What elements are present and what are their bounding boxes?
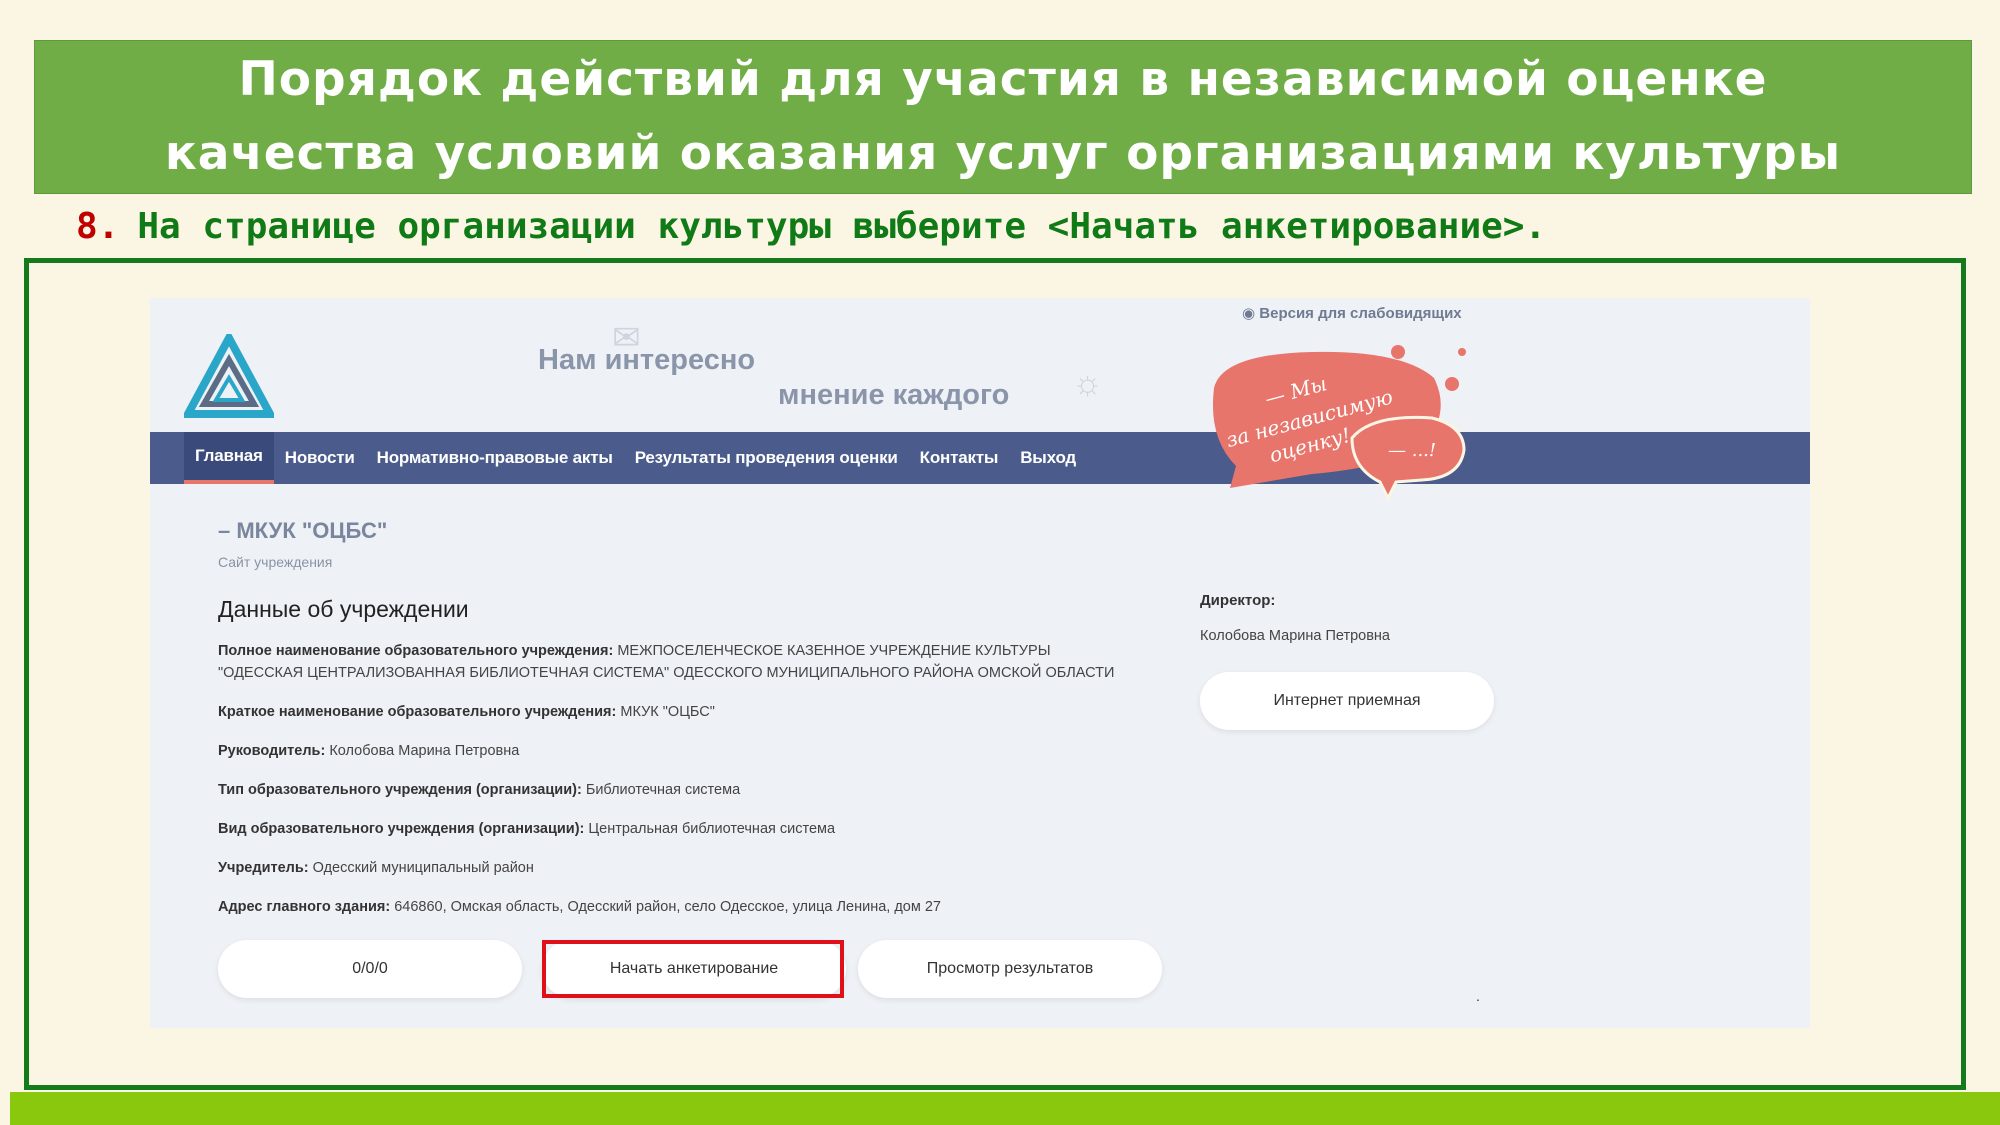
org-title: – МКУК "ОЦБС": [218, 518, 388, 543]
main-nav: Главная Новости Нормативно-правовые акты…: [150, 432, 1810, 484]
step-instruction: 8. На странице организации культуры выбе…: [76, 198, 1546, 254]
start-survey-highlight: [542, 940, 844, 998]
info-row-founder: Учредитель: Одесский муниципальный район: [218, 857, 1128, 879]
step-text: На странице организации культуры выберит…: [137, 205, 1547, 247]
org-info-list: Полное наименование образовательного учр…: [218, 640, 1128, 935]
info-label: Вид образовательного учреждения (организ…: [218, 821, 585, 837]
nav-item-logout[interactable]: Выход: [1009, 432, 1087, 484]
info-row-type: Тип образовательного учреждения (организ…: [218, 779, 1128, 801]
info-row-address: Адрес главного здания: 646860, Омская об…: [218, 896, 1128, 918]
info-row-kind: Вид образовательного учреждения (организ…: [218, 818, 1128, 840]
info-value: Библиотечная система: [585, 782, 741, 798]
slide-title: Порядок действий для участия в независим…: [34, 40, 1972, 194]
director-name: Колобова Марина Петровна: [1200, 628, 1391, 644]
slogan-line1: Нам интересно: [538, 344, 756, 376]
site-header: ✉ Нам интересно мнение каждого ☼ ◉ Верси…: [150, 298, 1810, 432]
info-value: Одесский муниципальный район: [312, 860, 534, 876]
info-value: Колобова Марина Петровна: [329, 743, 520, 759]
slide-title-line2: качества условий оказания услуг организа…: [164, 126, 1842, 181]
info-row-full-name: Полное наименование образовательного учр…: [218, 640, 1128, 684]
info-value: Центральная библиотечная система: [588, 821, 836, 837]
nav-item-results[interactable]: Результаты проведения оценки: [624, 432, 909, 484]
info-label: Полное наименование образовательного учр…: [218, 643, 614, 659]
director-label: Директор:: [1200, 592, 1276, 609]
nav-item-legal-acts[interactable]: Нормативно-правовые акты: [366, 432, 624, 484]
step-number: 8.: [76, 205, 120, 247]
info-label: Учредитель:: [218, 860, 309, 876]
website-screenshot: ✉ Нам интересно мнение каждого ☼ ◉ Верси…: [150, 298, 1810, 1028]
nav-item-home[interactable]: Главная: [184, 432, 274, 484]
info-value: 646860, Омская область, Одесский район, …: [394, 899, 941, 915]
bubble-text-4: — ...!: [1388, 440, 1436, 461]
view-results-button[interactable]: Просмотр результатов: [858, 940, 1162, 998]
speech-bubble-icon: — Мы за независимую оценку! — ...!: [1212, 345, 1466, 502]
triangle-logo-icon[interactable]: [184, 334, 274, 420]
slogan-line2: мнение каждого: [778, 379, 1010, 411]
info-row-head: Руководитель: Колобова Марина Петровна: [218, 740, 1128, 762]
counter-button[interactable]: 0/0/0: [218, 940, 522, 998]
info-value: МКУК "ОЦБС": [620, 704, 715, 720]
info-label: Тип образовательного учреждения (организ…: [218, 782, 582, 798]
bottom-bar: [10, 1092, 2000, 1125]
info-label: Руководитель:: [218, 743, 326, 759]
dot-mark: .: [1476, 988, 1480, 1004]
section-title: Данные об учреждении: [218, 596, 469, 622]
lightbulb-icon: ☼: [1072, 364, 1104, 402]
info-row-short-name: Краткое наименование образовательного уч…: [218, 701, 1128, 723]
nav-item-news[interactable]: Новости: [274, 432, 366, 484]
info-label: Краткое наименование образовательного уч…: [218, 704, 617, 720]
internet-reception-button[interactable]: Интернет приемная: [1200, 672, 1494, 730]
slide-title-line1: Порядок действий для участия в независим…: [238, 52, 1768, 107]
info-label: Адрес главного здания:: [218, 899, 391, 915]
org-subtitle[interactable]: Сайт учреждения: [218, 554, 332, 570]
nav-item-contacts[interactable]: Контакты: [909, 432, 1010, 484]
